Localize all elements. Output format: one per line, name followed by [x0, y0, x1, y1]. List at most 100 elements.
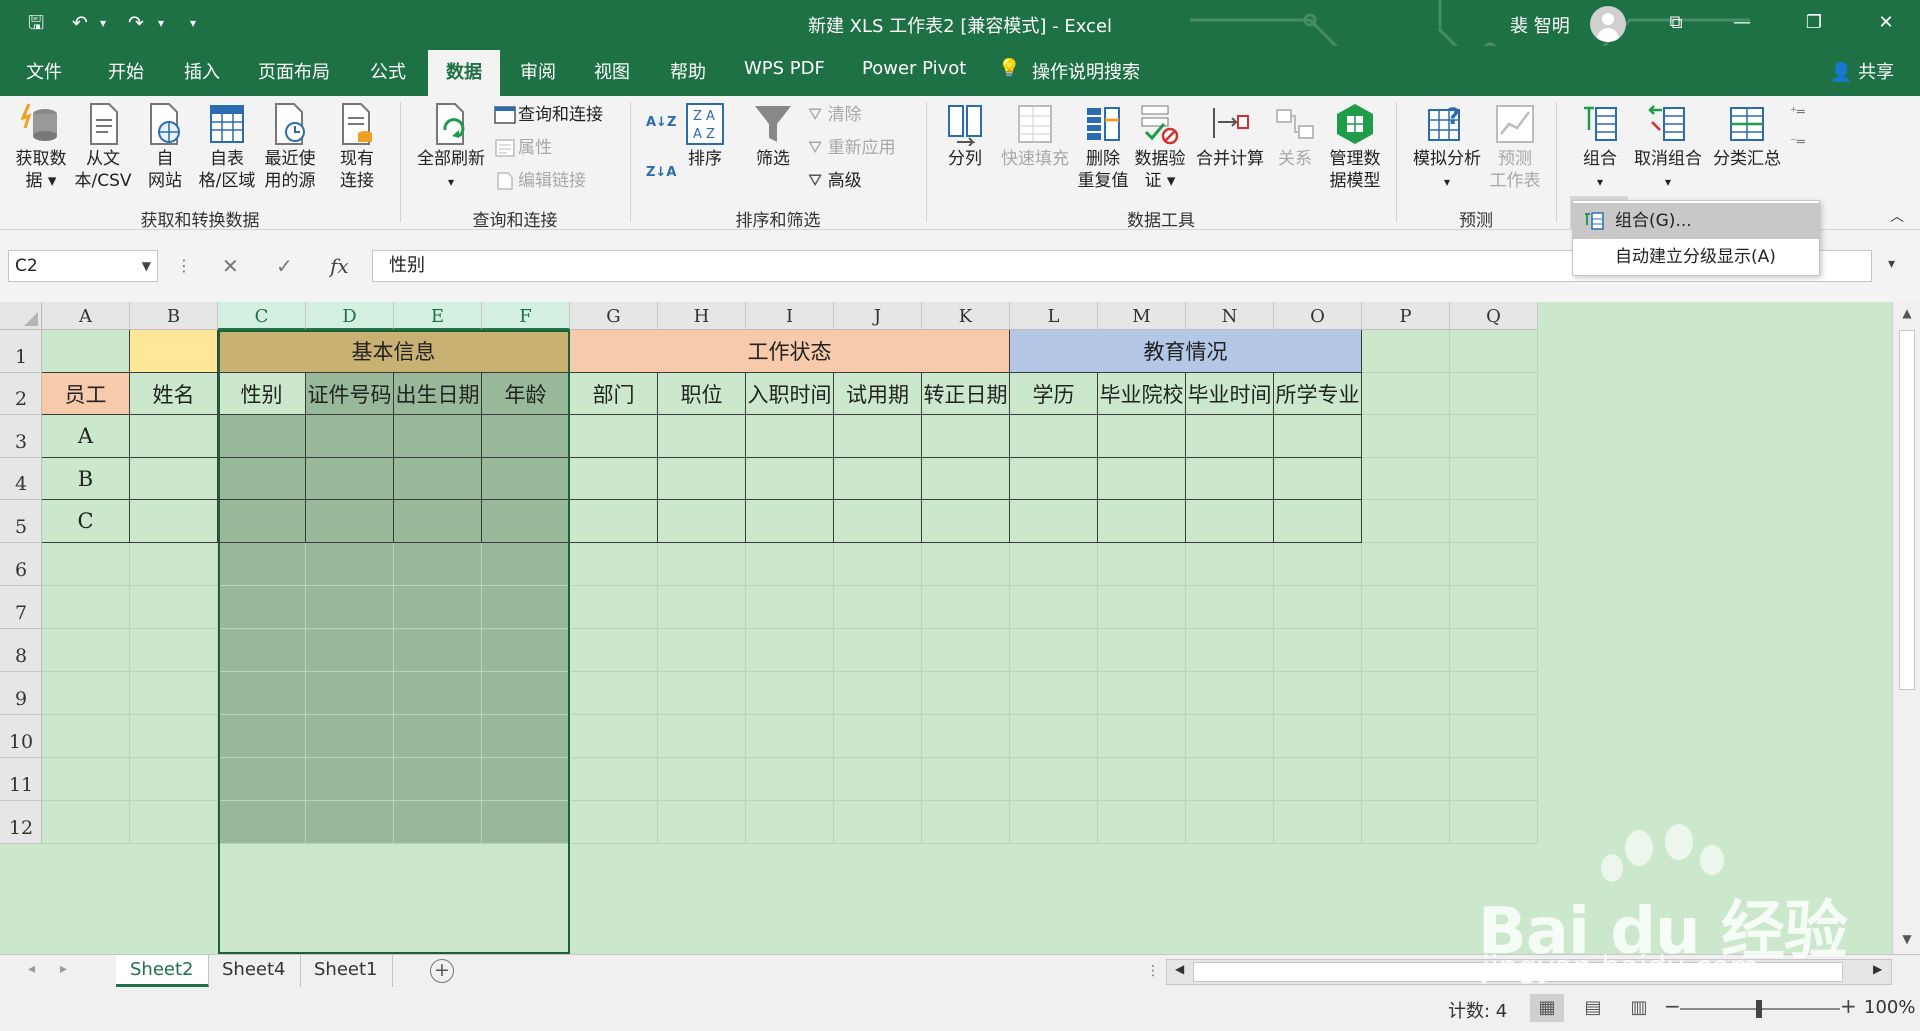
cell-p11[interactable]: [1362, 758, 1450, 801]
reapply-button[interactable]: ⛛ 重新应用: [808, 137, 896, 159]
row-header-10[interactable]: 10: [0, 715, 42, 758]
cell-c6[interactable]: [218, 543, 306, 586]
menu-item-group[interactable]: 组合(G)...: [1573, 203, 1819, 239]
cell-h10[interactable]: [658, 715, 746, 758]
cell-f3[interactable]: [482, 415, 570, 458]
cell-n2[interactable]: 毕业时间: [1186, 373, 1274, 415]
row-header-5[interactable]: 5: [0, 500, 42, 543]
cell-l10[interactable]: [1010, 715, 1098, 758]
cell-d10[interactable]: [306, 715, 394, 758]
normal-view-icon[interactable]: ▦: [1530, 994, 1564, 1022]
chevron-down-icon[interactable]: ▼: [142, 251, 151, 281]
queries-connections-button[interactable]: 查询和连接: [494, 104, 603, 126]
cell-c12[interactable]: [218, 801, 306, 844]
cell-b12[interactable]: [130, 801, 218, 844]
advanced-filter-button[interactable]: ⛛ 高级: [808, 170, 862, 192]
cell-o5[interactable]: [1274, 500, 1362, 543]
cell-g11[interactable]: [570, 758, 658, 801]
consolidate-button[interactable]: 合并计算: [1190, 102, 1270, 170]
cell-h7[interactable]: [658, 586, 746, 629]
row-header-3[interactable]: 3: [0, 415, 42, 458]
what-if-analysis-button[interactable]: ? 模拟分析 ▾: [1408, 102, 1486, 193]
tab-help[interactable]: 帮助: [670, 58, 706, 84]
cell-m7[interactable]: [1098, 586, 1186, 629]
row-header-6[interactable]: 6: [0, 543, 42, 586]
cell-a6[interactable]: [42, 543, 130, 586]
cell-f8[interactable]: [482, 629, 570, 672]
sort-ascending-button[interactable]: A↓Z: [646, 112, 676, 134]
group-button[interactable]: 组合 ▾: [1572, 102, 1628, 193]
cell-f4[interactable]: [482, 458, 570, 500]
cell-c4[interactable]: [218, 458, 306, 500]
manage-data-model-button[interactable]: 管理数 据模型: [1322, 102, 1388, 192]
cell-c9[interactable]: [218, 672, 306, 715]
cell-o12[interactable]: [1274, 801, 1362, 844]
cell-f2[interactable]: 年龄: [482, 373, 570, 415]
cell-j7[interactable]: [834, 586, 922, 629]
cell-o4[interactable]: [1274, 458, 1362, 500]
cell-m8[interactable]: [1098, 629, 1186, 672]
cell-i12[interactable]: [746, 801, 834, 844]
cell-a2[interactable]: 员工: [42, 373, 130, 415]
refresh-all-button[interactable]: 全部刷新 ▾: [410, 102, 492, 193]
cell-c5[interactable]: [218, 500, 306, 543]
column-header-c[interactable]: C: [218, 302, 306, 330]
cell-i4[interactable]: [746, 458, 834, 500]
row-header-7[interactable]: 7: [0, 586, 42, 629]
tab-home[interactable]: 开始: [108, 58, 144, 84]
cell-q12[interactable]: [1450, 801, 1538, 844]
cell-l3[interactable]: [1010, 415, 1098, 458]
column-header-i[interactable]: I: [746, 302, 834, 330]
column-header-h[interactable]: H: [658, 302, 746, 330]
cell-p2[interactable]: [1362, 373, 1450, 415]
remove-duplicates-button[interactable]: 删除 重复值: [1076, 102, 1130, 192]
cell-a3[interactable]: A: [42, 415, 130, 458]
user-name[interactable]: 裴 智明: [1510, 12, 1570, 38]
column-header-a[interactable]: A: [42, 302, 130, 330]
hide-detail-icon[interactable]: ⁻═: [1790, 132, 1805, 154]
cell-q5[interactable]: [1450, 500, 1538, 543]
cell-p6[interactable]: [1362, 543, 1450, 586]
ribbon-display-options-icon[interactable]: ⧉: [1656, 8, 1696, 38]
cell-l2[interactable]: 学历: [1010, 373, 1098, 415]
tab-power-pivot[interactable]: Power Pivot: [862, 58, 966, 79]
clear-filter-button[interactable]: ⛛ 清除: [808, 104, 862, 126]
cell-j3[interactable]: [834, 415, 922, 458]
cell-n11[interactable]: [1186, 758, 1274, 801]
cell-e5[interactable]: [394, 500, 482, 543]
zoom-out-icon[interactable]: −: [1664, 994, 1681, 1018]
column-header-d[interactable]: D: [306, 302, 394, 330]
cell-e12[interactable]: [394, 801, 482, 844]
row-header-1[interactable]: 1: [0, 330, 42, 373]
cell-g2[interactable]: 部门: [570, 373, 658, 415]
cell-l5[interactable]: [1010, 500, 1098, 543]
cell-c8[interactable]: [218, 629, 306, 672]
scroll-up-icon[interactable]: ▲: [1893, 306, 1920, 320]
cell-b4[interactable]: [130, 458, 218, 500]
restore-button[interactable]: ❐: [1794, 8, 1834, 38]
cell-l8[interactable]: [1010, 629, 1098, 672]
row-header-8[interactable]: 8: [0, 629, 42, 672]
cell-i2[interactable]: 入职时间: [746, 373, 834, 415]
tab-insert[interactable]: 插入: [184, 58, 220, 84]
cell-d2[interactable]: 证件号码: [306, 373, 394, 415]
cell-k7[interactable]: [922, 586, 1010, 629]
tab-page-layout[interactable]: 页面布局: [258, 58, 330, 84]
minimize-button[interactable]: —: [1722, 8, 1762, 38]
cell-o11[interactable]: [1274, 758, 1362, 801]
cell-c1[interactable]: 基本信息: [218, 330, 570, 373]
cell-q4[interactable]: [1450, 458, 1538, 500]
cell-p3[interactable]: [1362, 415, 1450, 458]
sheet-tab-sheet1[interactable]: Sheet1: [300, 955, 393, 987]
tab-formulas[interactable]: 公式: [370, 58, 406, 84]
cell-q2[interactable]: [1450, 373, 1538, 415]
column-header-k[interactable]: K: [922, 302, 1010, 330]
cell-i3[interactable]: [746, 415, 834, 458]
cell-i7[interactable]: [746, 586, 834, 629]
cell-b10[interactable]: [130, 715, 218, 758]
cell-p7[interactable]: [1362, 586, 1450, 629]
cell-i5[interactable]: [746, 500, 834, 543]
cell-k3[interactable]: [922, 415, 1010, 458]
cell-m5[interactable]: [1098, 500, 1186, 543]
worksheet-grid[interactable]: A B C D E F G H I J K L M N O P Q 1 2 3 4 5 6 7 8 9 10 11 12 基本信息 工作状态…: [0, 302, 1920, 954]
